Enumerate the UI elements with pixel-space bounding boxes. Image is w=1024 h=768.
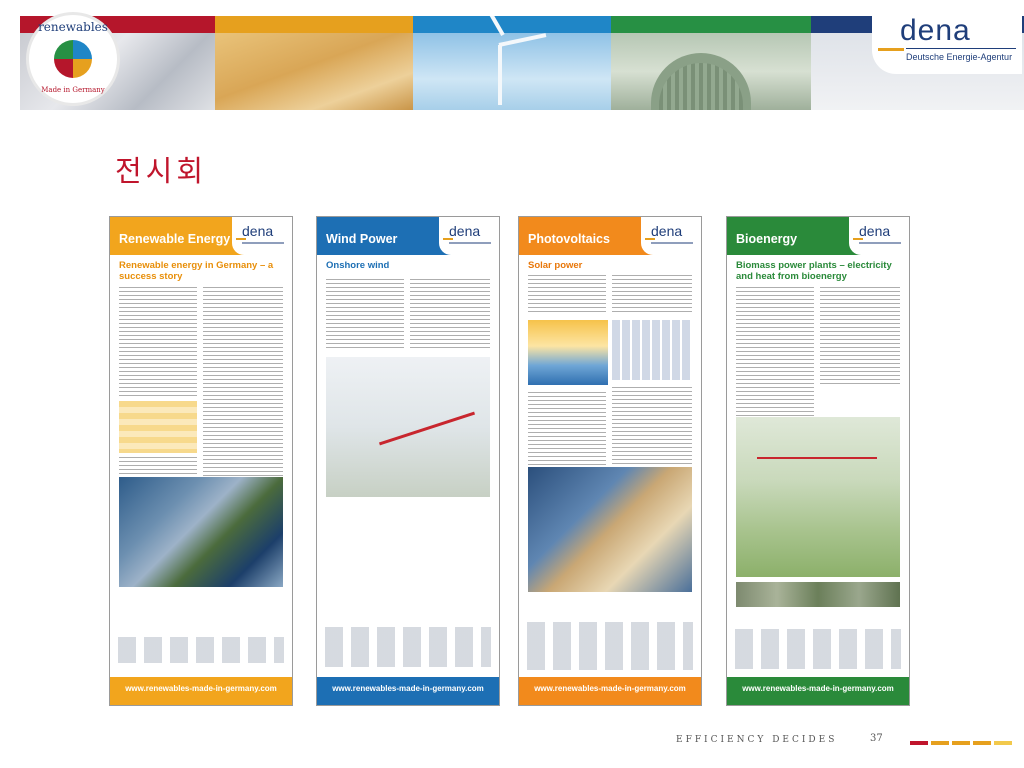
poster-footer: www.renewables-made-in-germany.com <box>519 677 701 705</box>
poster-photovoltaics: Photovoltaics dena Solar power www.renew… <box>518 216 702 706</box>
poster-footer: www.renewables-made-in-germany.com <box>317 677 499 705</box>
seal-bottom-text: Made in Germany <box>41 86 105 94</box>
poster-photo-collage <box>528 467 692 592</box>
poster-title: Bioenergy <box>736 232 798 246</box>
poster-title: Renewable Energy <box>119 232 231 246</box>
seal-top-text: renewables <box>38 20 108 34</box>
poster-wind-power: Wind Power dena Onshore wind www.renewab… <box>316 216 500 706</box>
poster-header: Wind Power dena <box>317 217 499 255</box>
poster-partner-logos <box>118 637 284 663</box>
footer-dashes <box>910 741 1012 745</box>
poster-header: Renewable Energy dena <box>110 217 292 255</box>
footer-dash <box>952 741 970 745</box>
dena-logo-subtitle: Deutsche Energie-Agentur <box>906 52 1013 62</box>
banner-band-wind <box>413 16 611 110</box>
poster-subtitle: Renewable energy in Germany – a success … <box>119 260 274 282</box>
dena-logo-word: dena <box>900 14 971 47</box>
dena-logo: dena Deutsche Energie-Agentur <box>872 14 1022 74</box>
poster-biomass-illustration <box>736 417 900 577</box>
page-number: 37 <box>870 733 883 744</box>
poster-footer: www.renewables-made-in-germany.com <box>110 677 292 705</box>
poster-subtitle: Solar power <box>528 260 583 271</box>
poster-title: Photovoltaics <box>528 232 610 246</box>
poster-dena-logo: dena <box>849 217 909 255</box>
poster-panel-diagram <box>612 320 692 380</box>
footer-dash <box>910 741 928 745</box>
poster-url: www.renewables-made-in-germany.com <box>125 684 277 693</box>
footer-dash <box>994 741 1012 745</box>
footer-tagline: EFFICIENCY DECIDES <box>676 735 838 745</box>
poster-url: www.renewables-made-in-germany.com <box>332 684 484 693</box>
poster-dena-logo: dena <box>232 217 292 255</box>
poster-photo-strip <box>736 582 900 607</box>
poster-partner-logos <box>527 622 693 670</box>
footer-dash <box>931 741 949 745</box>
renewables-seal-logo: renewables Made in Germany <box>26 12 120 106</box>
poster-chart-image <box>119 401 197 453</box>
globe-icon <box>54 40 92 78</box>
footer-dash <box>973 741 991 745</box>
poster-header: Bioenergy dena <box>727 217 909 255</box>
banner-band-biogas <box>611 16 811 110</box>
poster-dena-logo: dena <box>641 217 701 255</box>
poster-title: Wind Power <box>326 232 398 246</box>
poster-subtitle: Onshore wind <box>326 260 390 271</box>
poster-bioenergy: Bioenergy dena Biomass power plants – el… <box>726 216 910 706</box>
poster-photo-collage <box>119 477 283 587</box>
poster-header: Photovoltaics dena <box>519 217 701 255</box>
poster-wind-illustration <box>326 357 490 497</box>
poster-url: www.renewables-made-in-germany.com <box>534 684 686 693</box>
poster-url: www.renewables-made-in-germany.com <box>742 684 894 693</box>
poster-partner-logos <box>325 627 491 667</box>
banner-band-geothermal <box>215 16 413 110</box>
poster-partner-logos <box>735 629 901 669</box>
poster-dena-logo: dena <box>439 217 499 255</box>
poster-solar-diagram <box>528 320 608 385</box>
poster-subtitle: Biomass power plants – electricity and h… <box>736 260 892 282</box>
poster-footer: www.renewables-made-in-germany.com <box>727 677 909 705</box>
poster-renewable-energy: Renewable Energy dena Renewable energy i… <box>109 216 293 706</box>
slide-title: 전시회 <box>115 154 208 188</box>
